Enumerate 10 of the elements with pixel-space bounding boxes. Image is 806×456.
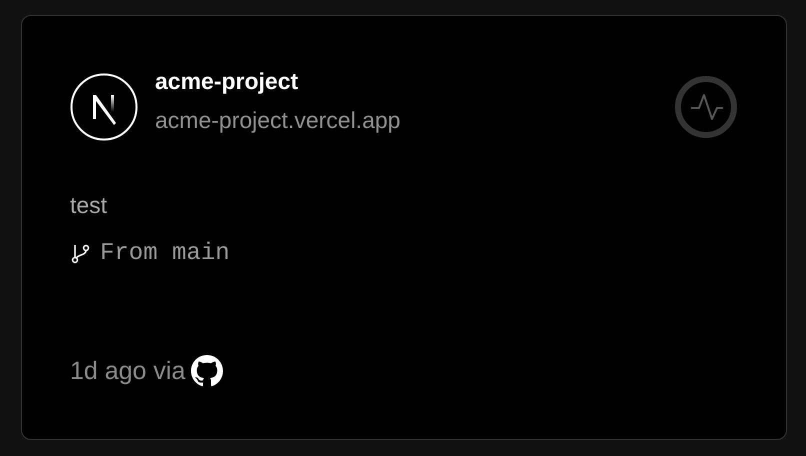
branch-label: From main — [100, 240, 230, 268]
activity-icon[interactable] — [674, 75, 738, 139]
project-name[interactable]: acme-project — [155, 66, 674, 96]
project-card[interactable]: acme-project acme-project.vercel.app test From main 1d ago via — [21, 15, 787, 440]
logo-icon — [70, 73, 138, 141]
deploy-time: 1d ago via — [70, 356, 186, 387]
branch-icon — [70, 243, 92, 265]
github-icon[interactable] — [191, 355, 224, 387]
project-url[interactable]: acme-project.vercel.app — [155, 105, 674, 135]
commit-message: test — [70, 191, 108, 219]
